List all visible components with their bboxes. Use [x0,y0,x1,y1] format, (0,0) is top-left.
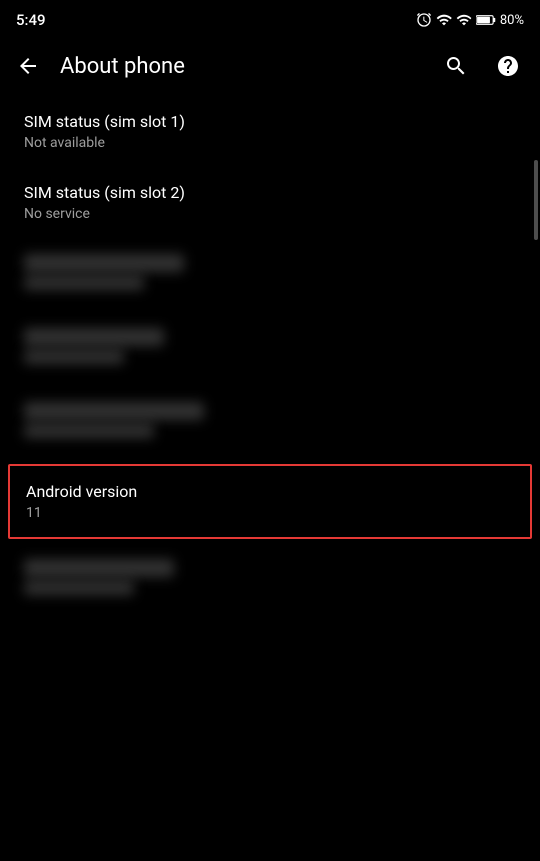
blurred-title-4 [24,559,174,577]
status-bar: 5:49 80% [0,0,540,36]
battery-icon [476,12,496,28]
battery-percentage: 80% [500,13,524,28]
page-title: About phone [52,54,432,79]
status-time: 5:49 [16,11,46,29]
wifi-icon [436,12,452,28]
android-version-title: Android version [26,482,514,501]
blurred-item-1[interactable] [0,238,540,312]
app-bar-actions [432,42,532,90]
blurred-title-1 [24,254,184,272]
signal-icon [456,12,472,28]
blurred-item-2[interactable] [0,312,540,386]
blurred-title-2 [24,328,164,346]
sim-slot-1-item[interactable]: SIM status (sim slot 1) Not available [0,96,540,167]
back-button[interactable] [4,42,52,90]
help-icon [496,54,520,78]
search-icon [444,54,468,78]
blurred-subtitle-2 [24,350,124,364]
app-bar: About phone [0,36,540,96]
sim-slot-2-item[interactable]: SIM status (sim slot 2) No service [0,167,540,238]
back-arrow-icon [16,54,40,78]
sim-slot-1-title: SIM status (sim slot 1) [24,112,516,131]
blurred-subtitle-1 [24,276,144,290]
blurred-item-4[interactable] [0,543,540,617]
android-version-value: 11 [26,505,514,521]
sim-slot-1-subtitle: Not available [24,135,516,151]
blurred-title-3 [24,402,204,420]
android-version-item[interactable]: Android version 11 [8,464,532,539]
alarm-icon [416,12,432,28]
scrollbar[interactable] [534,160,538,240]
help-button[interactable] [484,42,532,90]
status-icons: 80% [416,12,524,28]
sim-slot-2-subtitle: No service [24,206,516,222]
blurred-subtitle-3 [24,424,154,438]
search-button[interactable] [432,42,480,90]
sim-slot-2-title: SIM status (sim slot 2) [24,183,516,202]
blurred-item-3[interactable] [0,386,540,460]
settings-list: SIM status (sim slot 1) Not available SI… [0,96,540,617]
blurred-subtitle-4 [24,581,134,595]
